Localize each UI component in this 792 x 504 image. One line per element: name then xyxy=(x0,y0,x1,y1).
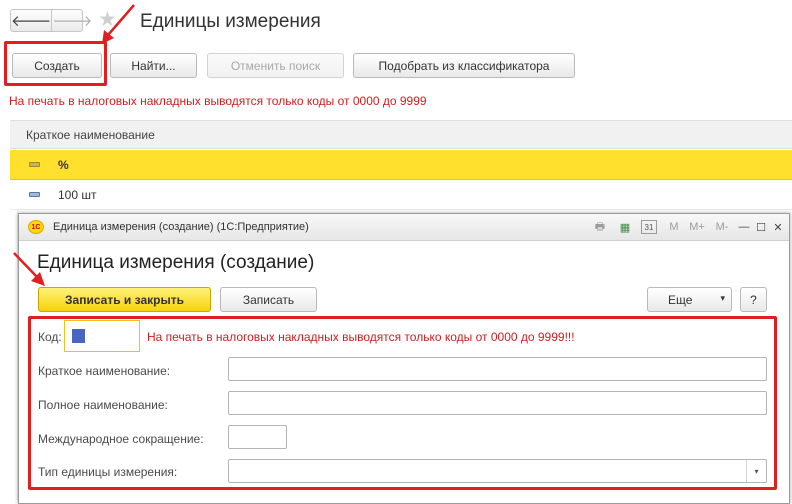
memory-minus-icon[interactable]: M- xyxy=(712,219,732,235)
1c-logo-icon: 1С xyxy=(28,220,44,234)
close-icon[interactable]: ✕ xyxy=(771,219,785,235)
annotation-frame-create xyxy=(4,41,107,86)
cancel-search-button[interactable]: Отменить поиск xyxy=(207,53,344,78)
table-row[interactable]: 100 шт xyxy=(10,180,792,210)
calculator-icon[interactable]: ▦ xyxy=(617,219,633,235)
unit-create-dialog: 1С Единица измерения (создание) (1С:Пред… xyxy=(18,213,790,504)
column-header-short-name[interactable]: Краткое наименование xyxy=(26,128,155,142)
save-button[interactable]: Записать xyxy=(220,287,317,312)
row-name: % xyxy=(58,158,69,172)
chevron-down-icon: ▾ xyxy=(720,293,725,303)
row-name: 100 шт xyxy=(58,188,97,202)
calendar-icon[interactable]: 31 xyxy=(641,220,657,234)
find-button[interactable]: Найти... xyxy=(110,53,197,78)
grid-header[interactable]: Краткое наименование xyxy=(10,120,792,149)
dialog-caption: Единица измерения (создание) (1С:Предпри… xyxy=(53,221,309,233)
save-and-close-button[interactable]: Записать и закрыть xyxy=(38,287,211,312)
print-code-warning: На печать в налоговых накладных выводятс… xyxy=(9,94,427,108)
dialog-titlebar[interactable]: 1С Единица измерения (создание) (1С:Пред… xyxy=(19,214,789,241)
more-button[interactable]: Еще ▾ xyxy=(647,287,732,312)
maximize-icon[interactable]: ☐ xyxy=(754,219,768,235)
arrow-left-icon[interactable]: 🡐 xyxy=(11,10,51,31)
table-row[interactable]: % xyxy=(10,150,792,180)
annotation-arrow-icon xyxy=(102,4,135,44)
list-item-icon xyxy=(29,192,40,197)
dialog-heading: Единица измерения (создание) xyxy=(37,252,315,273)
list-item-icon xyxy=(29,162,40,167)
arrow-right-icon[interactable]: 🡒 xyxy=(51,10,92,31)
help-button[interactable]: ? xyxy=(740,287,767,312)
annotation-frame-form xyxy=(28,316,777,490)
pick-from-classifier-button[interactable]: Подобрать из классификатора xyxy=(353,53,575,78)
memory-m-icon[interactable]: M xyxy=(667,219,681,235)
page-title: Единицы измерения xyxy=(140,11,321,32)
print-icon[interactable]: 🖶 xyxy=(592,219,608,235)
minimize-icon[interactable]: — xyxy=(737,219,751,235)
nav-buttons: 🡐 🡒 xyxy=(10,9,92,32)
more-label: Еще xyxy=(668,292,693,307)
memory-plus-icon[interactable]: M+ xyxy=(687,219,707,235)
annotation-arrow-icon xyxy=(13,252,45,286)
